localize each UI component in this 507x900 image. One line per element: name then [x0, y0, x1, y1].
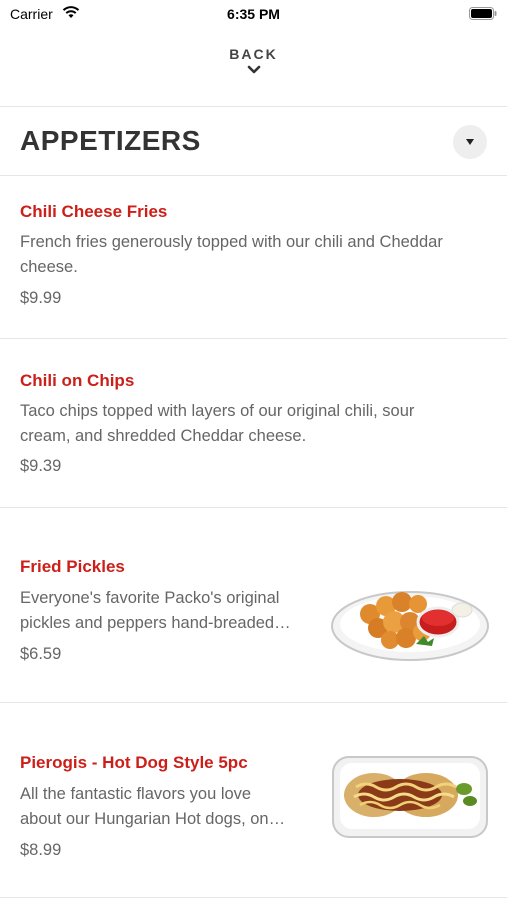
menu-item-pierogis-hot-dog-style[interactable]: Pierogis - Hot Dog Style 5pc All the fan…	[0, 703, 507, 897]
item-description-line: All the fantastic flavors you love	[20, 785, 252, 803]
item-description-line: about our Hungarian Hot dogs, on…	[20, 810, 286, 828]
item-description-line: Everyone's favorite Packo's original	[20, 589, 280, 607]
fried-pickles-image	[331, 591, 489, 661]
item-description: Everyone's favorite Packo's original pic…	[20, 586, 291, 636]
item-name: Fried Pickles	[20, 557, 125, 576]
chevron-down-icon	[247, 65, 260, 74]
item-description: French fries generously topped with our …	[20, 230, 443, 280]
item-description: Taco chips topped with layers of our ori…	[20, 399, 414, 449]
item-price: $6.59	[20, 645, 62, 663]
item-description-line: French fries generously topped with our …	[20, 233, 443, 251]
item-price: $8.99	[20, 841, 62, 859]
item-name: Chili Cheese Fries	[20, 202, 168, 221]
item-name: Chili on Chips	[20, 371, 135, 390]
back-label: BACK	[229, 46, 278, 62]
item-price: $9.39	[20, 457, 62, 475]
item-name: Pierogis - Hot Dog Style 5pc	[20, 753, 248, 772]
clock: 6:35 PM	[227, 6, 280, 22]
item-description: All the fantastic flavors you love about…	[20, 782, 285, 832]
divider	[0, 897, 507, 898]
section-dropdown-button[interactable]	[453, 125, 487, 159]
item-description-line: pickles and peppers hand-breaded…	[20, 614, 291, 632]
caret-down-icon	[466, 139, 474, 145]
menu-item-chili-cheese-fries[interactable]: Chili Cheese Fries French fries generous…	[0, 176, 507, 338]
menu-item-chili-on-chips[interactable]: Chili on Chips Taco chips topped with la…	[0, 339, 507, 507]
menu-item-fried-pickles[interactable]: Fried Pickles Everyone's favorite Packo'…	[0, 508, 507, 702]
pierogis-image	[332, 756, 488, 838]
item-price: $9.99	[20, 289, 62, 307]
item-description-line: cream, and shredded Cheddar cheese.	[20, 427, 307, 445]
section-title: APPETIZERS	[20, 125, 201, 156]
section-header: APPETIZERS	[0, 107, 507, 175]
status-bar: Carrier 6:35 PM	[0, 0, 507, 30]
item-description-line: cheese.	[20, 258, 78, 276]
battery-icon	[469, 7, 497, 20]
item-description-line: Taco chips topped with layers of our ori…	[20, 402, 415, 420]
back-button[interactable]: BACK	[0, 46, 507, 75]
